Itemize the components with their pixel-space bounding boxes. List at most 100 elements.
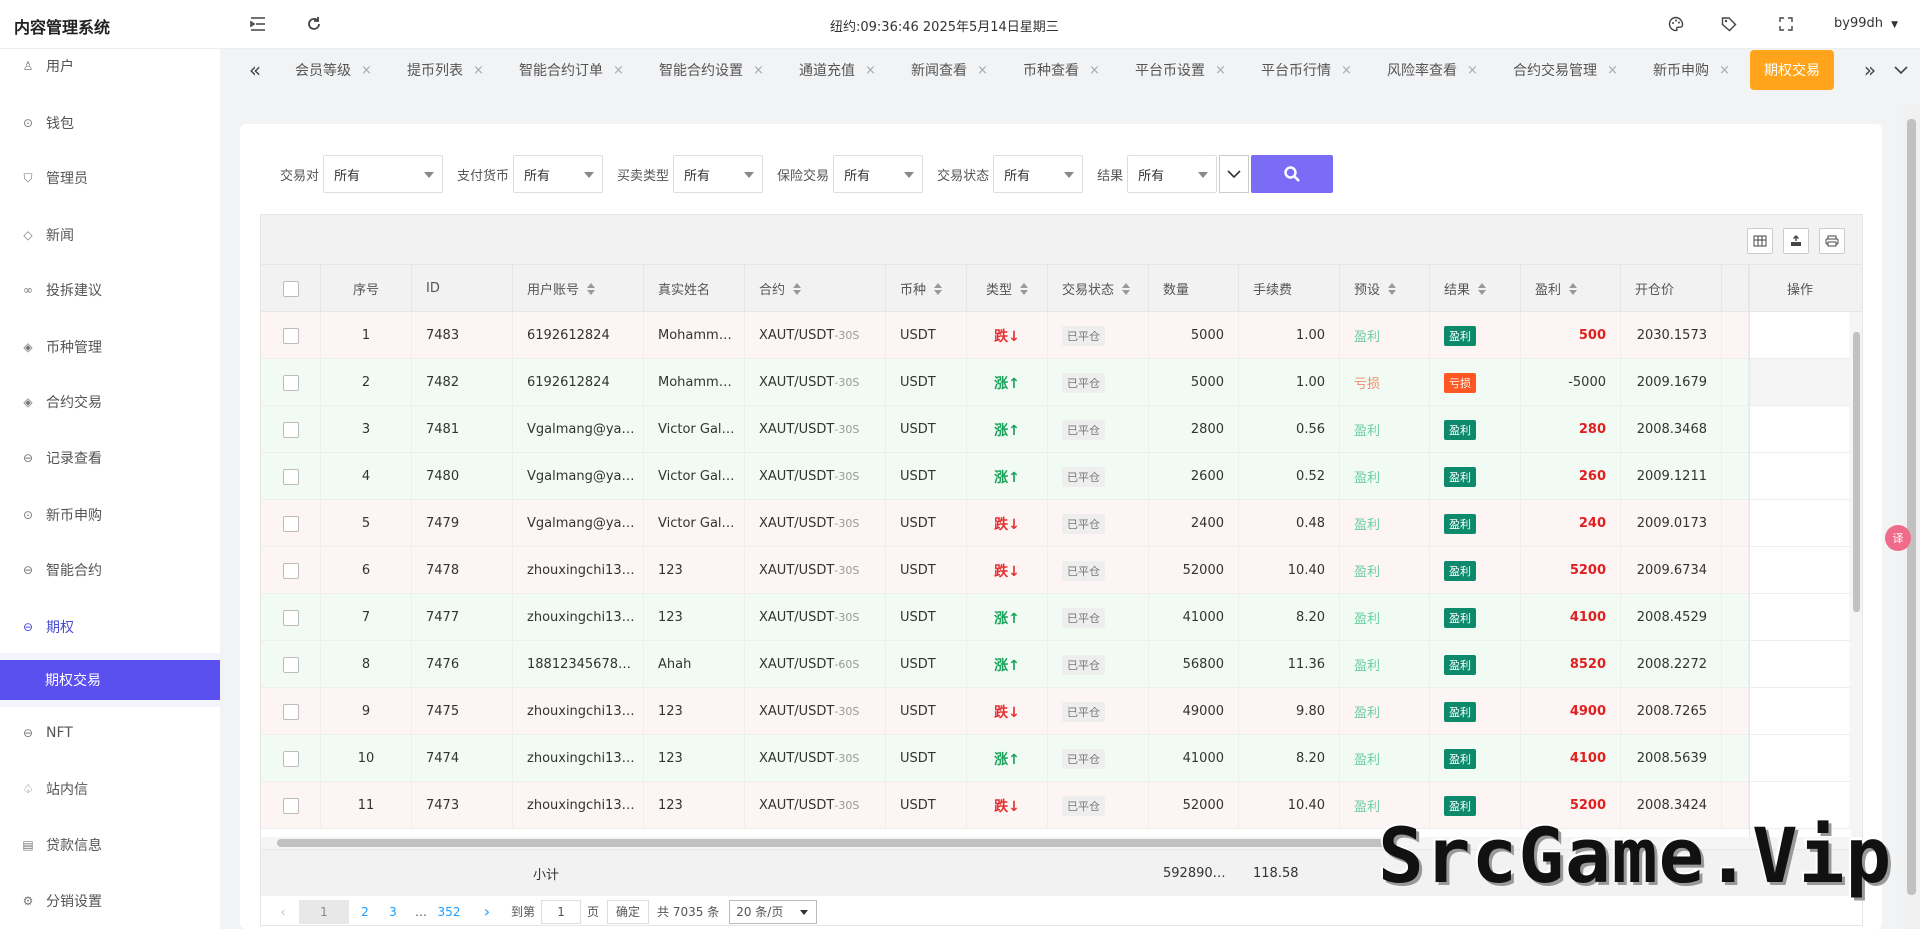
tab-member-level[interactable]: 会员等级 × <box>295 49 372 91</box>
sidebar-item-admin[interactable]: ⛉ 管理员 <box>0 158 220 198</box>
ops-cell[interactable] <box>1750 547 1850 594</box>
tab-contract-manage[interactable]: 合约交易管理 × <box>1513 49 1618 91</box>
ops-cell[interactable] <box>1750 735 1850 782</box>
filter-side-select[interactable]: 所有 <box>673 155 764 193</box>
table-row[interactable]: 10 7474 zhouxingchi13… 123 XAUT/USDT -30S USDT… <box>261 735 1862 782</box>
prev-page-icon[interactable]: ‹ <box>271 900 295 924</box>
close-icon[interactable]: × <box>753 63 764 78</box>
sidebar-item-options-trade[interactable]: 期权交易 <box>0 660 220 700</box>
header-cell[interactable]: 用户账号 <box>513 265 644 312</box>
sort-icon[interactable] <box>1020 282 1028 295</box>
sidebar-item-news[interactable]: ◇ 新闻 <box>0 215 220 255</box>
print-icon[interactable] <box>1819 228 1845 254</box>
sort-icon[interactable] <box>934 282 943 295</box>
page-3[interactable]: 3 <box>381 900 405 924</box>
sidebar-item-records[interactable]: ⊖ 记录查看 <box>0 438 220 478</box>
close-icon[interactable]: × <box>977 63 988 78</box>
page-scrollbar[interactable] <box>1903 105 1920 929</box>
header-cell[interactable]: 预设 <box>1340 265 1430 312</box>
sidebar-item-user[interactable]: ♙ 用户 <box>0 49 220 86</box>
close-icon[interactable]: × <box>1467 63 1478 78</box>
header-cell[interactable]: 币种 <box>886 265 967 312</box>
table-row[interactable]: 2 7482 6192612824 Mohamm… XAUT/USDT -30S USDT 涨… <box>261 359 1862 406</box>
sidebar-item-contract[interactable]: ◈ 合约交易 <box>0 382 220 422</box>
filter-result-select[interactable]: 所有 <box>1127 155 1218 193</box>
page-last[interactable]: 352 <box>437 900 461 924</box>
tab-risk-view[interactable]: 风险率查看 × <box>1387 49 1478 91</box>
page-2[interactable]: 2 <box>353 900 377 924</box>
table-row[interactable]: 4 7480 Vgalmang@ya… Victor Gal… XAUT/USDT -30… <box>261 453 1862 500</box>
tab-platform-coin-market[interactable]: 平台币行情 × <box>1261 49 1352 91</box>
tab-options-trade[interactable]: 期权交易 <box>1750 50 1834 90</box>
sidebar-item-loans[interactable]: ▤ 贷款信息 <box>0 825 220 865</box>
row-checkbox[interactable] <box>282 703 299 720</box>
sidebar-item-suggestion[interactable]: ∞ 投拆建议 <box>0 270 220 310</box>
close-icon[interactable]: × <box>361 63 372 78</box>
tab-coin-view[interactable]: 币种查看 × <box>1023 49 1100 91</box>
ops-cell[interactable] <box>1750 406 1850 453</box>
page-1[interactable]: 1 <box>299 899 349 924</box>
row-checkbox[interactable] <box>282 750 299 767</box>
ops-cell[interactable] <box>1750 688 1850 735</box>
row-checkbox[interactable] <box>282 515 299 532</box>
tag-icon[interactable] <box>1717 12 1741 36</box>
sort-icon[interactable] <box>1122 282 1131 295</box>
next-page-icon[interactable]: › <box>475 900 499 924</box>
close-icon[interactable]: × <box>865 63 876 78</box>
expand-filters-button[interactable] <box>1219 155 1250 193</box>
close-icon[interactable]: × <box>1607 63 1618 78</box>
row-checkbox[interactable] <box>282 797 299 814</box>
row-checkbox[interactable] <box>282 656 299 673</box>
row-checkbox[interactable] <box>282 609 299 626</box>
header-cell[interactable]: 盈利 <box>1521 265 1621 312</box>
tab-channel-deposit[interactable]: 通道充值 × <box>799 49 876 91</box>
tab-platform-coin-settings[interactable]: 平台币设置 × <box>1135 49 1226 91</box>
tabs-dropdown-icon[interactable] <box>1888 57 1914 83</box>
tabs-prev-icon[interactable]: « <box>242 57 268 83</box>
row-checkbox[interactable] <box>282 374 299 391</box>
ops-cell[interactable] <box>1750 594 1850 641</box>
sidebar-item-wallet[interactable]: ⊙ 钱包 <box>0 103 220 143</box>
sort-icon[interactable] <box>1569 282 1578 295</box>
scroll-thumb[interactable] <box>1853 332 1860 612</box>
table-row[interactable]: 3 7481 Vgalmang@ya… Victor Gal… XAUT/USDT -30… <box>261 406 1862 453</box>
table-row[interactable]: 1 7483 6192612824 Mohamm… XAUT/USDT -30S USDT 跌… <box>261 312 1862 359</box>
sort-icon[interactable] <box>793 282 802 295</box>
sidebar-item-new-coin[interactable]: ⊙ 新币申购 <box>0 495 220 535</box>
tab-withdraw-list[interactable]: 提币列表 × <box>407 49 484 91</box>
goto-page-input[interactable]: 1 <box>541 899 582 924</box>
table-row[interactable]: 8 7476 18812345678… Ahah XAUT/USDT -60S USDT 涨↑… <box>261 641 1862 688</box>
sidebar-item-messages[interactable]: ♤ 站内信 <box>0 769 220 809</box>
close-icon[interactable]: × <box>1089 63 1100 78</box>
filter-pair-select[interactable]: 所有 <box>323 155 444 193</box>
close-icon[interactable]: × <box>473 63 484 78</box>
header-cell[interactable]: 类型 <box>967 265 1048 312</box>
sort-icon[interactable] <box>1388 282 1397 295</box>
sidebar-item-coin-manage[interactable]: ◈ 币种管理 <box>0 327 220 367</box>
fullscreen-icon[interactable] <box>1774 12 1798 36</box>
scroll-thumb[interactable] <box>1907 119 1916 895</box>
ops-cell[interactable] <box>1750 641 1850 688</box>
close-icon[interactable]: × <box>613 63 624 78</box>
table-row[interactable]: 7 7477 zhouxingchi13… 123 XAUT/USDT -30S USDT 涨… <box>261 594 1862 641</box>
scroll-thumb[interactable] <box>277 839 1389 847</box>
page-size-select[interactable]: 20 条/页 <box>729 899 818 924</box>
filter-status-select[interactable]: 所有 <box>993 155 1084 193</box>
row-checkbox[interactable] <box>282 327 299 344</box>
sidebar-item-distribution[interactable]: ⚙ 分销设置 <box>0 881 220 921</box>
header-cell[interactable]: 结果 <box>1430 265 1521 312</box>
tab-smart-settings[interactable]: 智能合约设置 × <box>659 49 764 91</box>
table-row[interactable]: 6 7478 zhouxingchi13… 123 XAUT/USDT -30S USDT 跌… <box>261 547 1862 594</box>
table-vertical-scrollbar[interactable] <box>1851 312 1862 837</box>
export-icon[interactable] <box>1783 228 1809 254</box>
sidebar-item-options[interactable]: ⊖ 期权 <box>0 607 220 647</box>
refresh-icon[interactable] <box>302 12 326 36</box>
row-checkbox[interactable] <box>282 468 299 485</box>
ops-cell[interactable] <box>1750 453 1850 500</box>
ops-cell[interactable] <box>1750 312 1850 359</box>
sort-icon[interactable] <box>587 282 596 295</box>
table-row[interactable]: 9 7475 zhouxingchi13… 123 XAUT/USDT -30S USDT 跌… <box>261 688 1862 735</box>
sort-icon[interactable] <box>1478 282 1487 295</box>
filter-pay-currency-select[interactable]: 所有 <box>513 155 604 193</box>
user-menu[interactable]: by99dh ▼ <box>1834 16 1898 31</box>
